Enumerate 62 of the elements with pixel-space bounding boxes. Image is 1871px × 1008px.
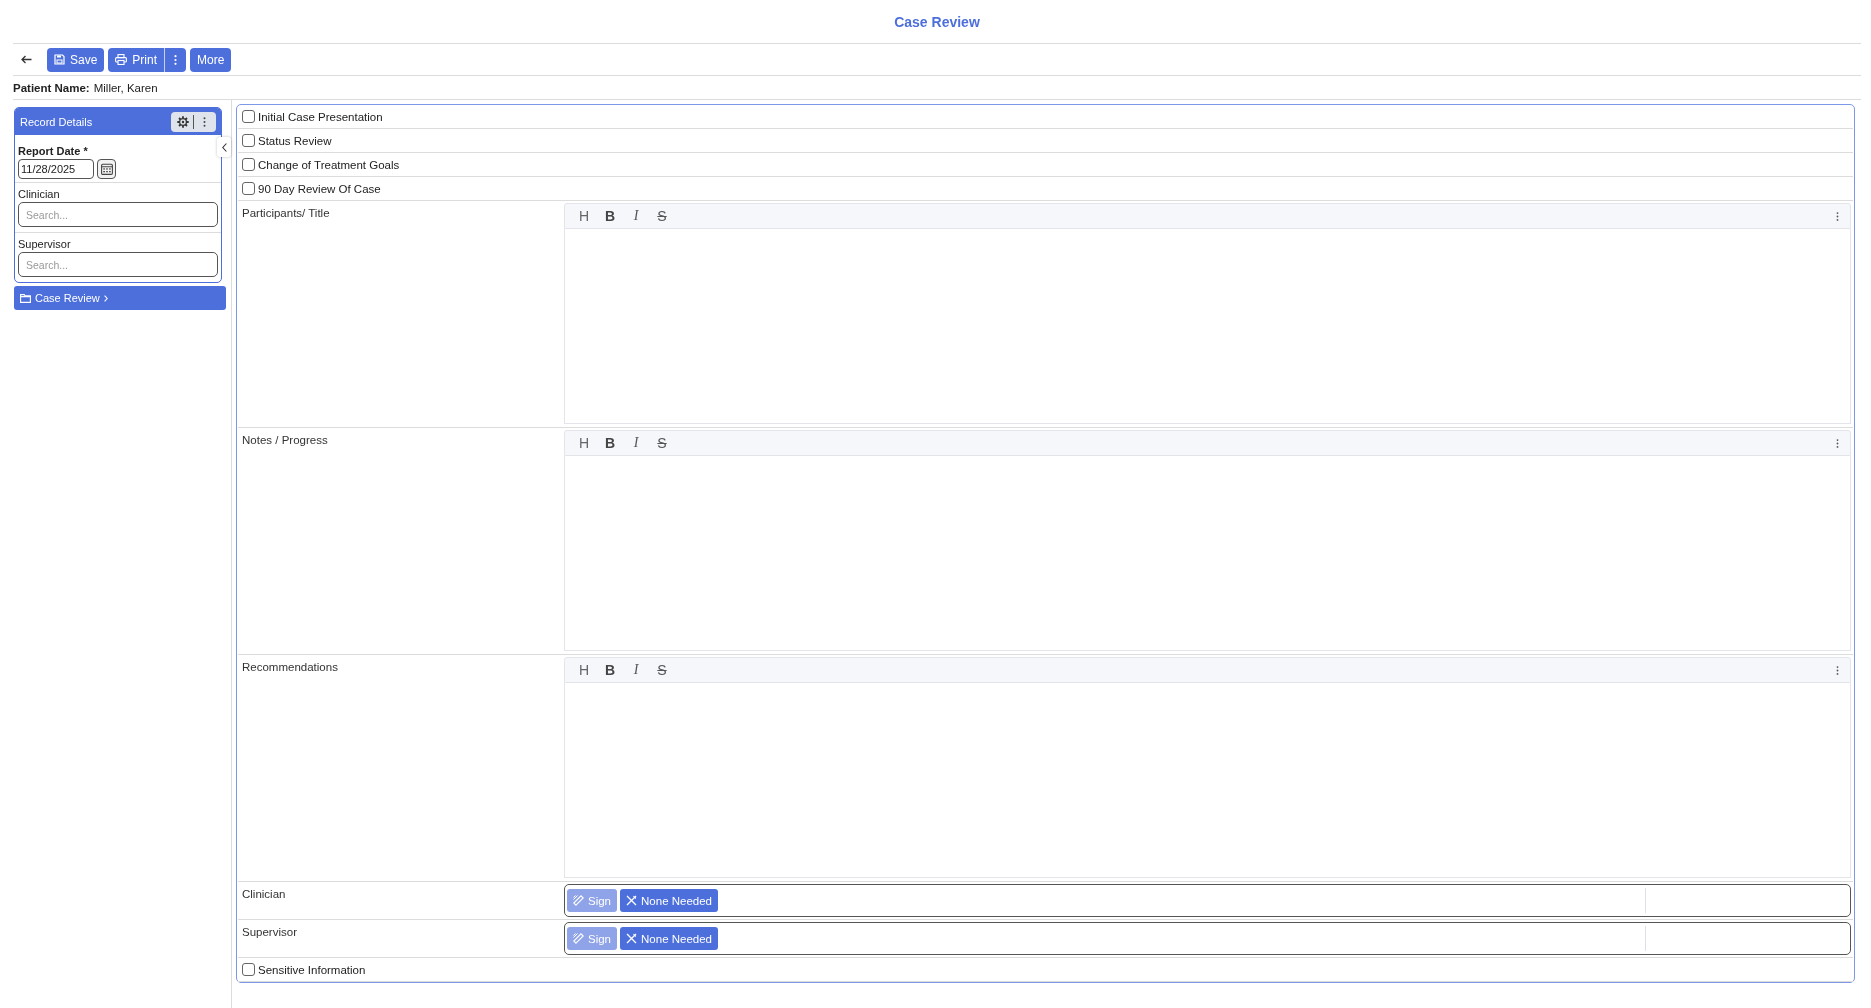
checkbox-label: Sensitive Information xyxy=(258,963,366,976)
none-needed-button[interactable]: None Needed xyxy=(620,889,718,912)
kebab-menu-icon xyxy=(1835,211,1839,221)
folder-icon xyxy=(20,293,31,303)
kebab-menu-icon xyxy=(1835,438,1839,448)
kebab-menu-icon xyxy=(1835,665,1839,675)
more-button[interactable]: More xyxy=(190,47,232,72)
record-details-title: Record Details xyxy=(20,115,93,128)
checkbox-label: Initial Case Presentation xyxy=(258,110,383,123)
patient-name-label: Patient Name: xyxy=(13,81,90,94)
heading-button[interactable]: H xyxy=(573,433,595,453)
section-label: Recommendations xyxy=(242,661,338,673)
bold-button[interactable]: B xyxy=(599,206,621,226)
checkbox[interactable] xyxy=(242,182,255,195)
printer-icon xyxy=(115,54,128,65)
page-title: Case Review xyxy=(894,13,980,30)
cross-icon xyxy=(626,895,638,906)
strikethrough-button[interactable]: S xyxy=(651,206,673,226)
print-options-button[interactable] xyxy=(164,47,187,72)
calendar-icon xyxy=(100,163,113,175)
checkbox[interactable] xyxy=(242,134,255,147)
none-needed-button[interactable]: None Needed xyxy=(620,927,718,950)
heading-button[interactable]: H xyxy=(573,206,595,226)
field-label: Clinician xyxy=(18,188,60,200)
chevron-right-icon xyxy=(103,294,108,302)
bold-button[interactable]: B xyxy=(599,660,621,680)
section-label: Notes / Progress xyxy=(242,434,328,446)
field-label: Supervisor xyxy=(18,238,71,250)
heading-button[interactable]: H xyxy=(573,660,595,680)
search-field[interactable]: Search... xyxy=(18,252,218,277)
checkbox-label: 90 Day Review Of Case xyxy=(258,182,381,195)
strikethrough-button[interactable]: S xyxy=(651,660,673,680)
date-field[interactable]: 11/28/2025 xyxy=(18,159,94,179)
search-field[interactable]: Search... xyxy=(18,202,218,227)
save-button[interactable]: Save xyxy=(47,47,105,72)
calendar-button[interactable] xyxy=(97,159,116,179)
field-label: Report Date * xyxy=(18,145,88,157)
nav-item[interactable]: Case Review xyxy=(14,286,226,310)
checkbox[interactable] xyxy=(242,158,255,171)
checkbox-label: Status Review xyxy=(258,134,332,147)
checkbox[interactable] xyxy=(242,110,255,123)
section-label: Supervisor xyxy=(242,926,297,938)
patient-name-value: Miller, Karen xyxy=(93,81,158,94)
bold-button[interactable]: B xyxy=(599,433,621,453)
print-button[interactable]: Print xyxy=(108,47,165,72)
kebab-menu-icon xyxy=(202,116,206,127)
italic-button[interactable]: I xyxy=(625,660,647,680)
section-label: Clinician xyxy=(242,888,286,900)
kebab-menu-icon xyxy=(174,54,178,65)
italic-button[interactable]: I xyxy=(625,433,647,453)
checkbox[interactable] xyxy=(242,963,255,976)
back-arrow-icon xyxy=(20,55,32,64)
italic-button[interactable]: I xyxy=(625,206,647,226)
pen-icon xyxy=(573,933,584,944)
checkbox-label: Change of Treatment Goals xyxy=(258,158,400,171)
collapse-sidebar-button[interactable] xyxy=(217,137,231,157)
chevron-left-icon xyxy=(221,142,227,152)
cross-icon xyxy=(626,933,638,944)
pen-icon xyxy=(573,895,584,906)
settings-icon xyxy=(177,115,189,128)
strikethrough-button[interactable]: S xyxy=(651,433,673,453)
section-label: Participants/ Title xyxy=(242,207,330,219)
